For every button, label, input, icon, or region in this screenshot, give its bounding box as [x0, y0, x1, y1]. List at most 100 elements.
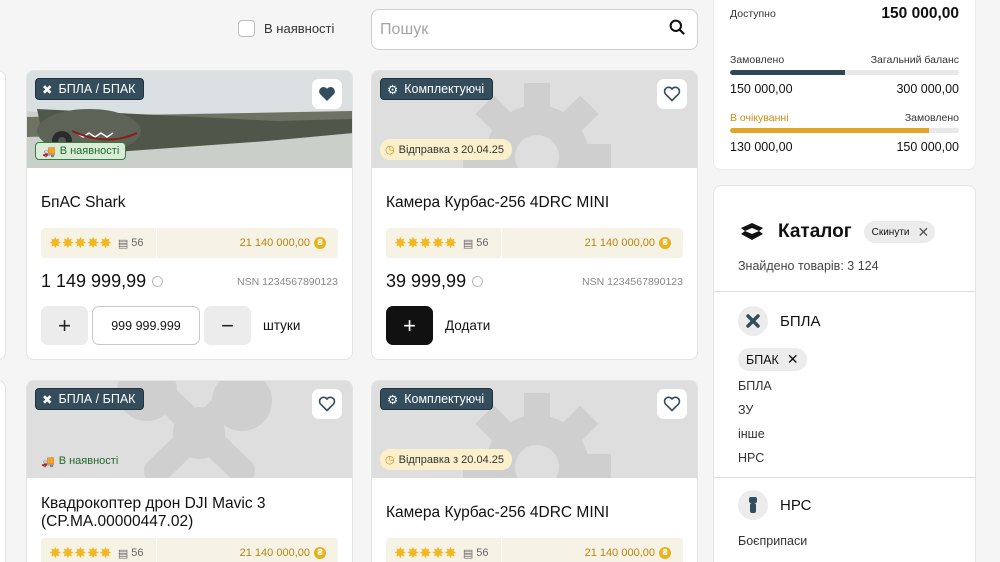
available-label: Доступно	[730, 8, 776, 20]
shipping-badge: ◷ Відправка з 20.04.25	[380, 139, 512, 160]
found-count: Знайдено товарів: 3 124	[738, 259, 879, 273]
product-title[interactable]: Квадрокоптер дрон DJI Mavic 3 (CP.MA.000…	[27, 495, 352, 531]
rating-stars: ✸✸✸✸✸	[49, 235, 112, 252]
clock-icon: ◷	[385, 144, 395, 156]
rating-stars: ✸✸✸✸✸	[394, 235, 457, 252]
close-icon[interactable]: ✕	[787, 351, 799, 368]
product-image[interactable]: ✖ БПЛА / БПАК 🚚 В наявності	[27, 381, 352, 478]
product-title[interactable]: Камера Курбас-256 4DRC MINI	[372, 504, 697, 522]
filter-option[interactable]: ЗУ	[738, 403, 753, 417]
favorite-button[interactable]	[657, 389, 687, 419]
drone-icon: ✖	[42, 82, 53, 97]
catalog-panel: Каталог Скинути ✕ Знайдено товарів: 3 12…	[713, 185, 976, 562]
favorite-button[interactable]	[657, 79, 687, 109]
currency-icon	[472, 276, 484, 287]
product-card[interactable]: ✖ БПЛА / БПАК 🚚 В наявності Квадрокоптер…	[26, 380, 353, 562]
pending-progress-fill	[730, 128, 930, 133]
unit-label: штуки	[263, 318, 301, 333]
search-input[interactable]	[380, 20, 669, 39]
ordered-label: Замовлено	[730, 54, 785, 66]
total-value: 300 000,00	[896, 82, 959, 96]
price-row: 1 149 999,99 NSN 1234567890123	[41, 271, 338, 292]
category-chip: ✖ БПЛА / БПАК	[35, 78, 145, 100]
filter-option[interactable]: БПЛА	[738, 379, 772, 393]
quantity-stepper[interactable]: + 999 999.999 − штуки	[41, 306, 300, 345]
available-value: 150 000,00	[881, 5, 959, 22]
add-label[interactable]: Додати	[445, 318, 490, 333]
in-stock-filter[interactable]: В наявності	[238, 20, 334, 37]
pending-values: 130 000,00 150 000,00	[730, 140, 959, 154]
partial-card-left	[0, 70, 6, 360]
comment-icon: ▤	[462, 547, 474, 560]
add-to-cart[interactable]: + Додати	[386, 306, 490, 345]
clock-icon: ◷	[385, 454, 395, 466]
product-title[interactable]: Камера Курбас-256 4DRC MINI	[372, 194, 697, 212]
in-stock-checkbox[interactable]	[238, 20, 255, 37]
heart-outline-icon	[318, 396, 336, 412]
rating-stars: ✸✸✸✸✸	[49, 545, 112, 562]
total-label: Загальний баланс	[870, 54, 959, 66]
available-row: Доступно 150 000,00	[730, 5, 959, 23]
coin-icon: ₴	[314, 547, 326, 559]
currency-icon	[152, 276, 164, 287]
coin-icon: ₴	[659, 237, 671, 249]
gear-icon: ⚙	[387, 392, 399, 407]
product-image[interactable]: ⚙ Комплектуючі ◷ Відправка з 20.04.25	[372, 71, 697, 168]
section-header-uav[interactable]: БПЛА	[738, 306, 820, 336]
in-stock-badge: 🚚 В наявності	[35, 142, 127, 160]
rating-row: ✸✸✸✸✸ ▤ 56 21 140 000,00 ₴	[41, 538, 338, 562]
favorite-button[interactable]	[312, 389, 342, 419]
product-image[interactable]: ✖ БПЛА / БПАК 🚚 В наявності	[27, 71, 352, 168]
ordered-labels: Замовлено Загальний баланс	[730, 54, 959, 66]
category-chip: ⚙ Комплектуючі	[380, 388, 494, 410]
search-box[interactable]	[371, 9, 698, 50]
product-price: 39 999,99	[386, 271, 467, 291]
shipping-badge: ◷ Відправка з 20.04.25	[380, 449, 512, 470]
ordered-value: 150 000,00	[730, 82, 793, 96]
reviews-count: ▤ 56	[117, 237, 144, 250]
partial-card-left	[0, 380, 6, 562]
ordered-progress-fill	[730, 70, 845, 75]
catalog-title: Каталог	[778, 221, 852, 242]
reviews-count: ▤ 56	[117, 547, 144, 560]
favorite-button[interactable]	[312, 79, 342, 109]
product-image[interactable]: ⚙ Комплектуючі ◷ Відправка з 20.04.25	[372, 381, 697, 478]
catalog-logo-icon	[738, 218, 766, 246]
nsn-code: NSN 1234567890123	[236, 275, 338, 288]
product-title[interactable]: БпАС Shark	[27, 194, 352, 212]
pending-labels: В очікуванні Замовлено	[730, 112, 959, 124]
decrease-button[interactable]: −	[204, 306, 251, 345]
rating-row: ✸✸✸✸✸ ▤ 56 21 140 000,00 ₴	[386, 538, 683, 562]
quantity-input[interactable]: 999 999.999	[92, 306, 200, 345]
comment-icon: ▤	[462, 237, 474, 250]
comment-icon: ▤	[117, 547, 129, 560]
filter-option[interactable]: інше	[738, 427, 765, 441]
balance-panel: Доступно 150 000,00 Замовлено Загальний …	[713, 0, 976, 170]
product-card[interactable]: ⚙ Комплектуючі ◷ Відправка з 20.04.25 Ка…	[371, 380, 698, 562]
in-stock-badge: 🚚 В наявності	[41, 455, 119, 468]
section-header-nrs[interactable]: НРС	[738, 490, 812, 520]
nsn-code: NSN 1234567890123	[581, 275, 683, 288]
pending-label: В очікуванні	[730, 112, 789, 124]
search-icon[interactable]	[669, 19, 685, 40]
filter-option[interactable]: НРС	[738, 451, 764, 465]
reset-filters-button[interactable]: Скинути ✕	[863, 221, 936, 243]
product-card[interactable]: ⚙ Комплектуючі ◷ Відправка з 20.04.25 Ка…	[371, 70, 698, 360]
pending-ordered-value: 150 000,00	[896, 140, 959, 154]
truck-icon: 🚚	[41, 455, 55, 468]
pending-ordered-label: Замовлено	[904, 112, 959, 124]
product-card[interactable]: ✖ БПЛА / БПАК 🚚 В наявності БпАС Shark ✸…	[26, 70, 353, 360]
price-row: 39 999,99 NSN 1234567890123	[386, 271, 683, 292]
close-icon[interactable]: ✕	[917, 224, 929, 241]
drone-icon: ✖	[42, 392, 53, 407]
heart-outline-icon	[663, 396, 681, 412]
rating-stars: ✸✸✸✸✸	[394, 545, 457, 562]
bonus-amount: 21 140 000,00 ₴	[240, 237, 326, 249]
increase-button[interactable]: +	[41, 306, 88, 345]
pending-progress	[730, 128, 959, 133]
bonus-amount: 21 140 000,00 ₴	[585, 547, 671, 559]
coin-icon: ₴	[314, 237, 326, 249]
active-filter-chip[interactable]: БПАК ✕	[738, 348, 807, 371]
filter-option[interactable]: Боєприпаси	[738, 534, 807, 548]
add-button[interactable]: +	[386, 306, 433, 345]
